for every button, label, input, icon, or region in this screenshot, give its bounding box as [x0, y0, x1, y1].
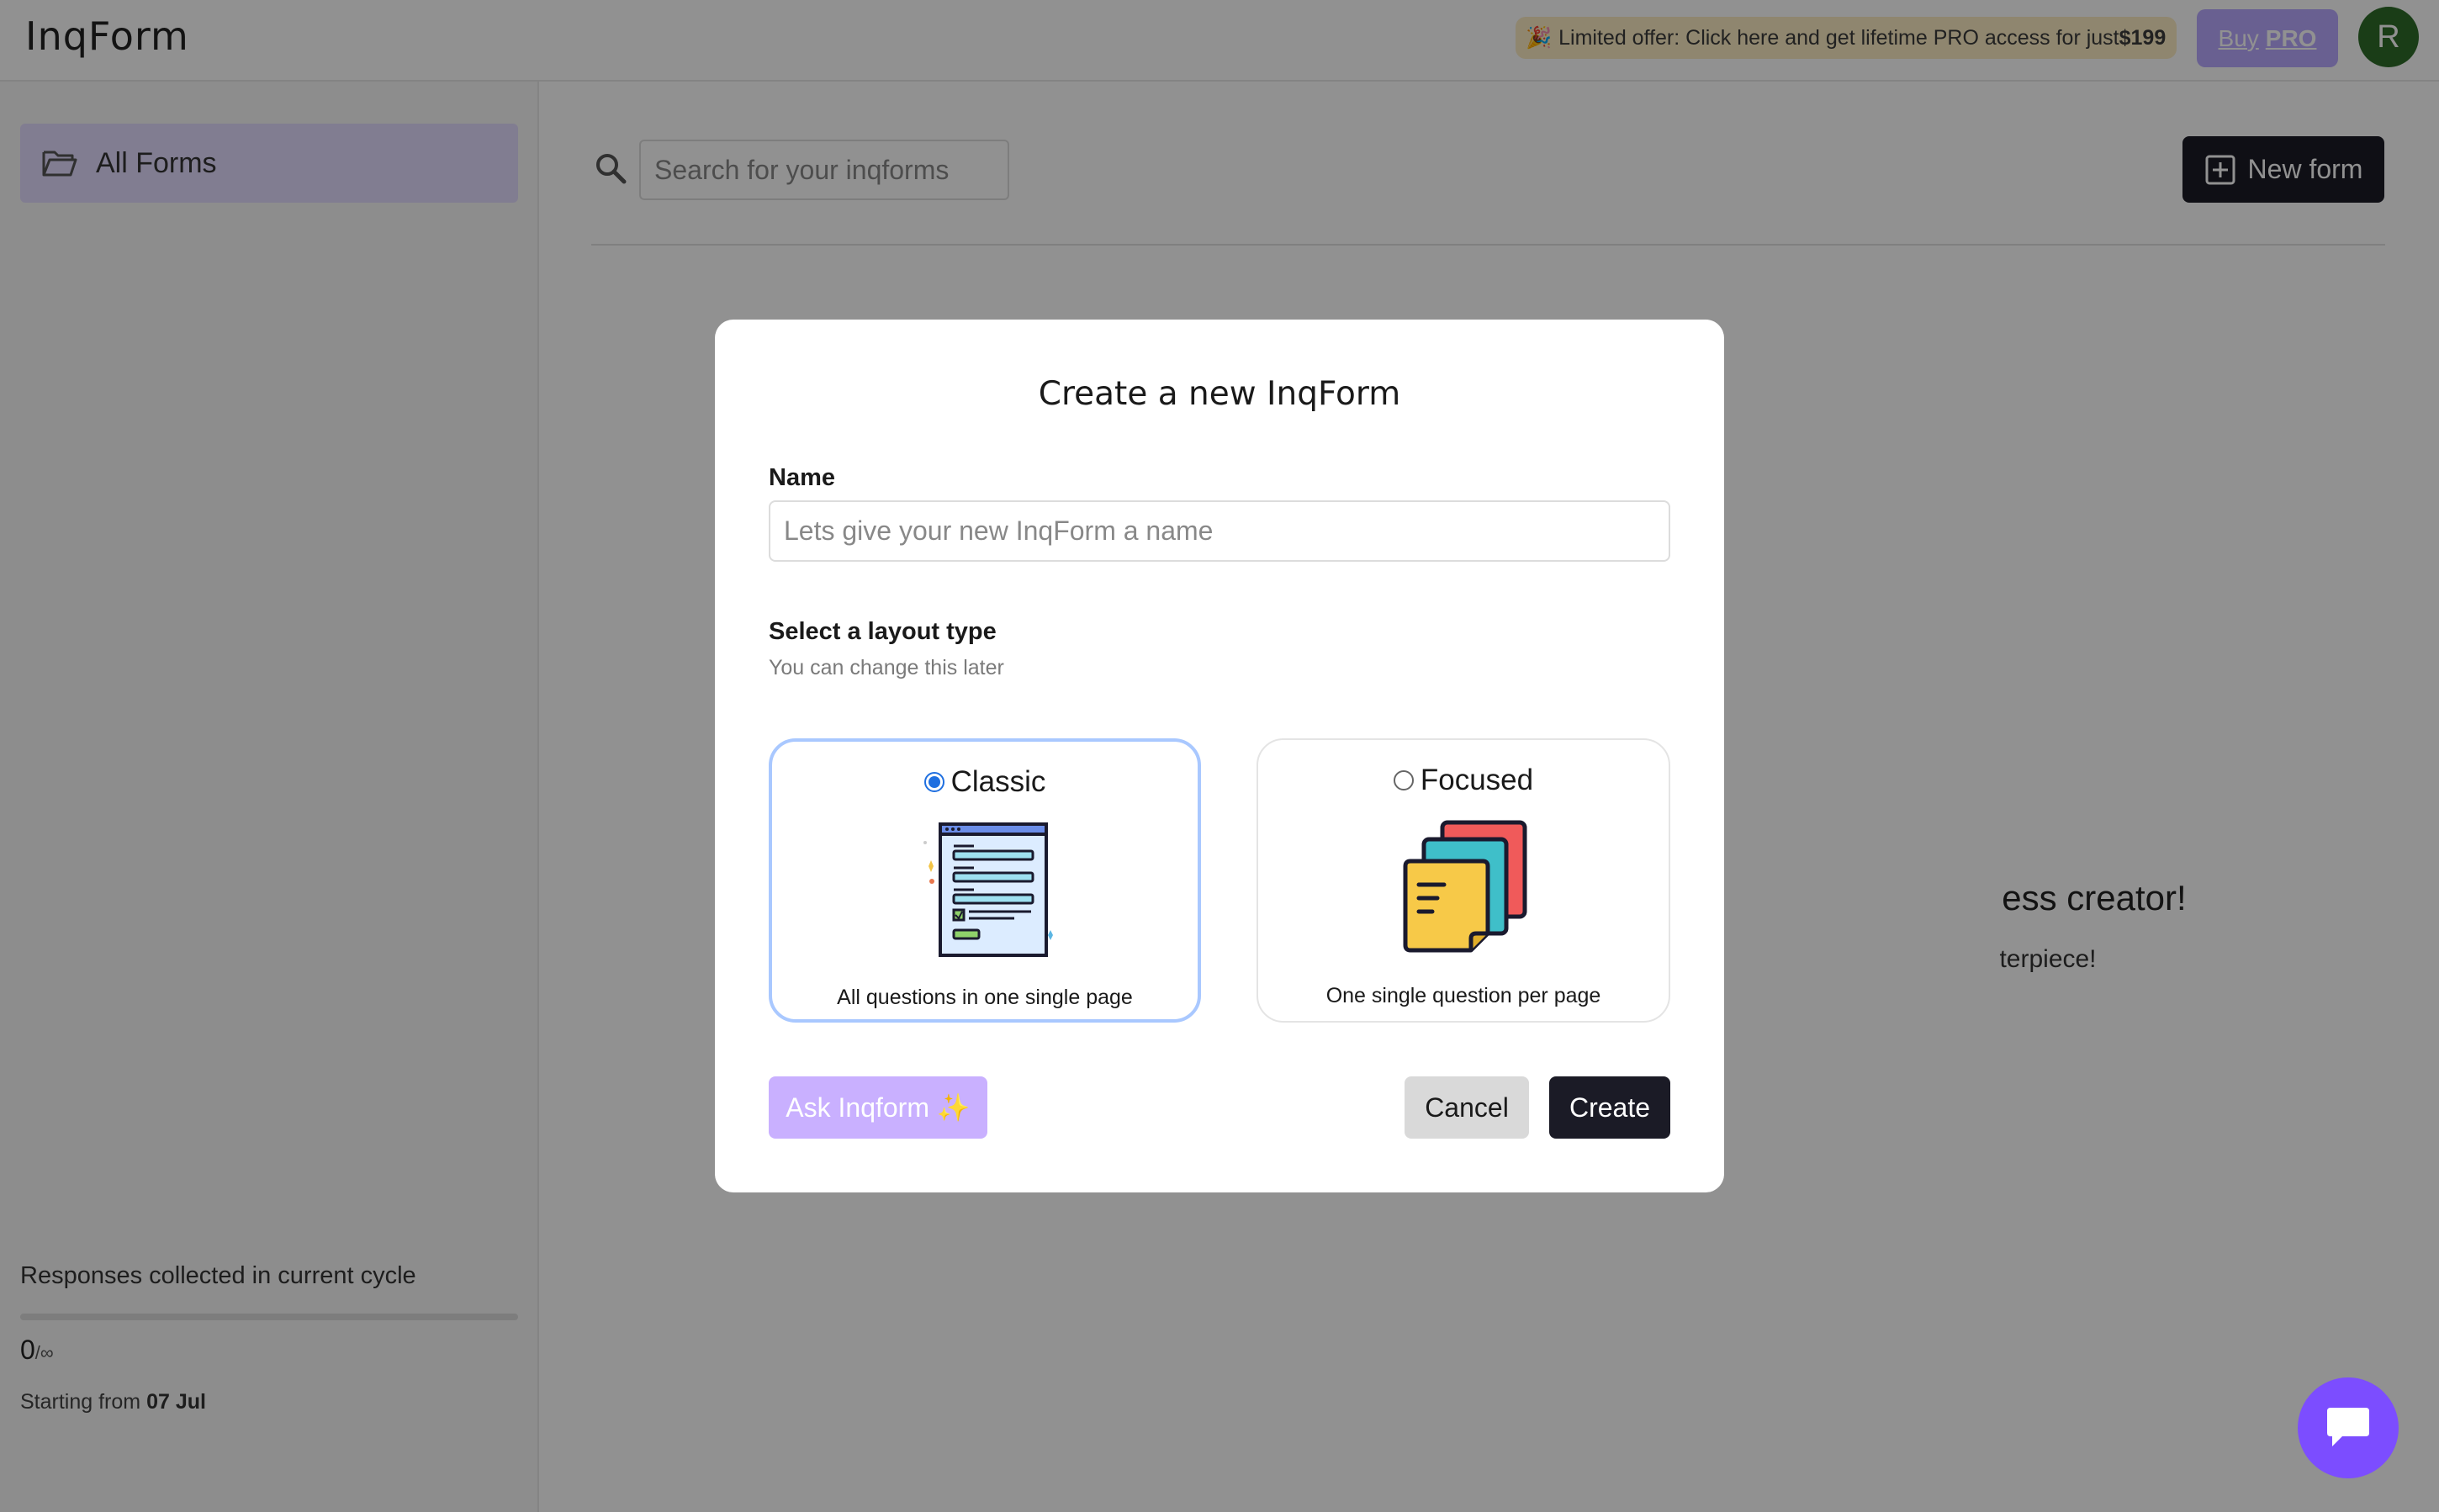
layout-type-hint: You can change this later	[769, 656, 1004, 679]
create-form-modal: Create a new InqForm Name Select a layou…	[715, 320, 1724, 1192]
modal-title: Create a new InqForm	[1038, 375, 1401, 413]
layout-option-focused-head: Focused	[1258, 764, 1669, 797]
form-name-input[interactable]	[769, 500, 1670, 562]
ask-inqform-button[interactable]: Ask Inqform ✨	[769, 1076, 987, 1139]
chat-widget-button[interactable]	[2298, 1377, 2399, 1478]
classic-label: Classic	[950, 765, 1046, 798]
layout-option-classic-head: Classic	[772, 765, 1198, 799]
layout-type-label: Select a layout type	[769, 618, 997, 645]
focused-caption: One single question per page	[1325, 984, 1601, 1007]
layout-option-classic[interactable]: Classic All questions in one single page	[769, 738, 1201, 1023]
focused-radio[interactable]	[1393, 770, 1414, 790]
layout-option-focused[interactable]: Focused One single question per page	[1257, 738, 1670, 1023]
focused-label: Focused	[1420, 764, 1534, 796]
cancel-button[interactable]: Cancel	[1405, 1076, 1529, 1139]
chat-icon	[2327, 1408, 2369, 1446]
classic-caption: All questions in one single page	[837, 986, 1133, 1009]
focused-cards-illustration-icon	[1403, 820, 1527, 953]
classic-form-illustration-icon	[923, 822, 1053, 957]
classic-radio[interactable]	[923, 772, 944, 792]
create-button[interactable]: Create	[1549, 1076, 1670, 1139]
name-label: Name	[769, 464, 835, 491]
